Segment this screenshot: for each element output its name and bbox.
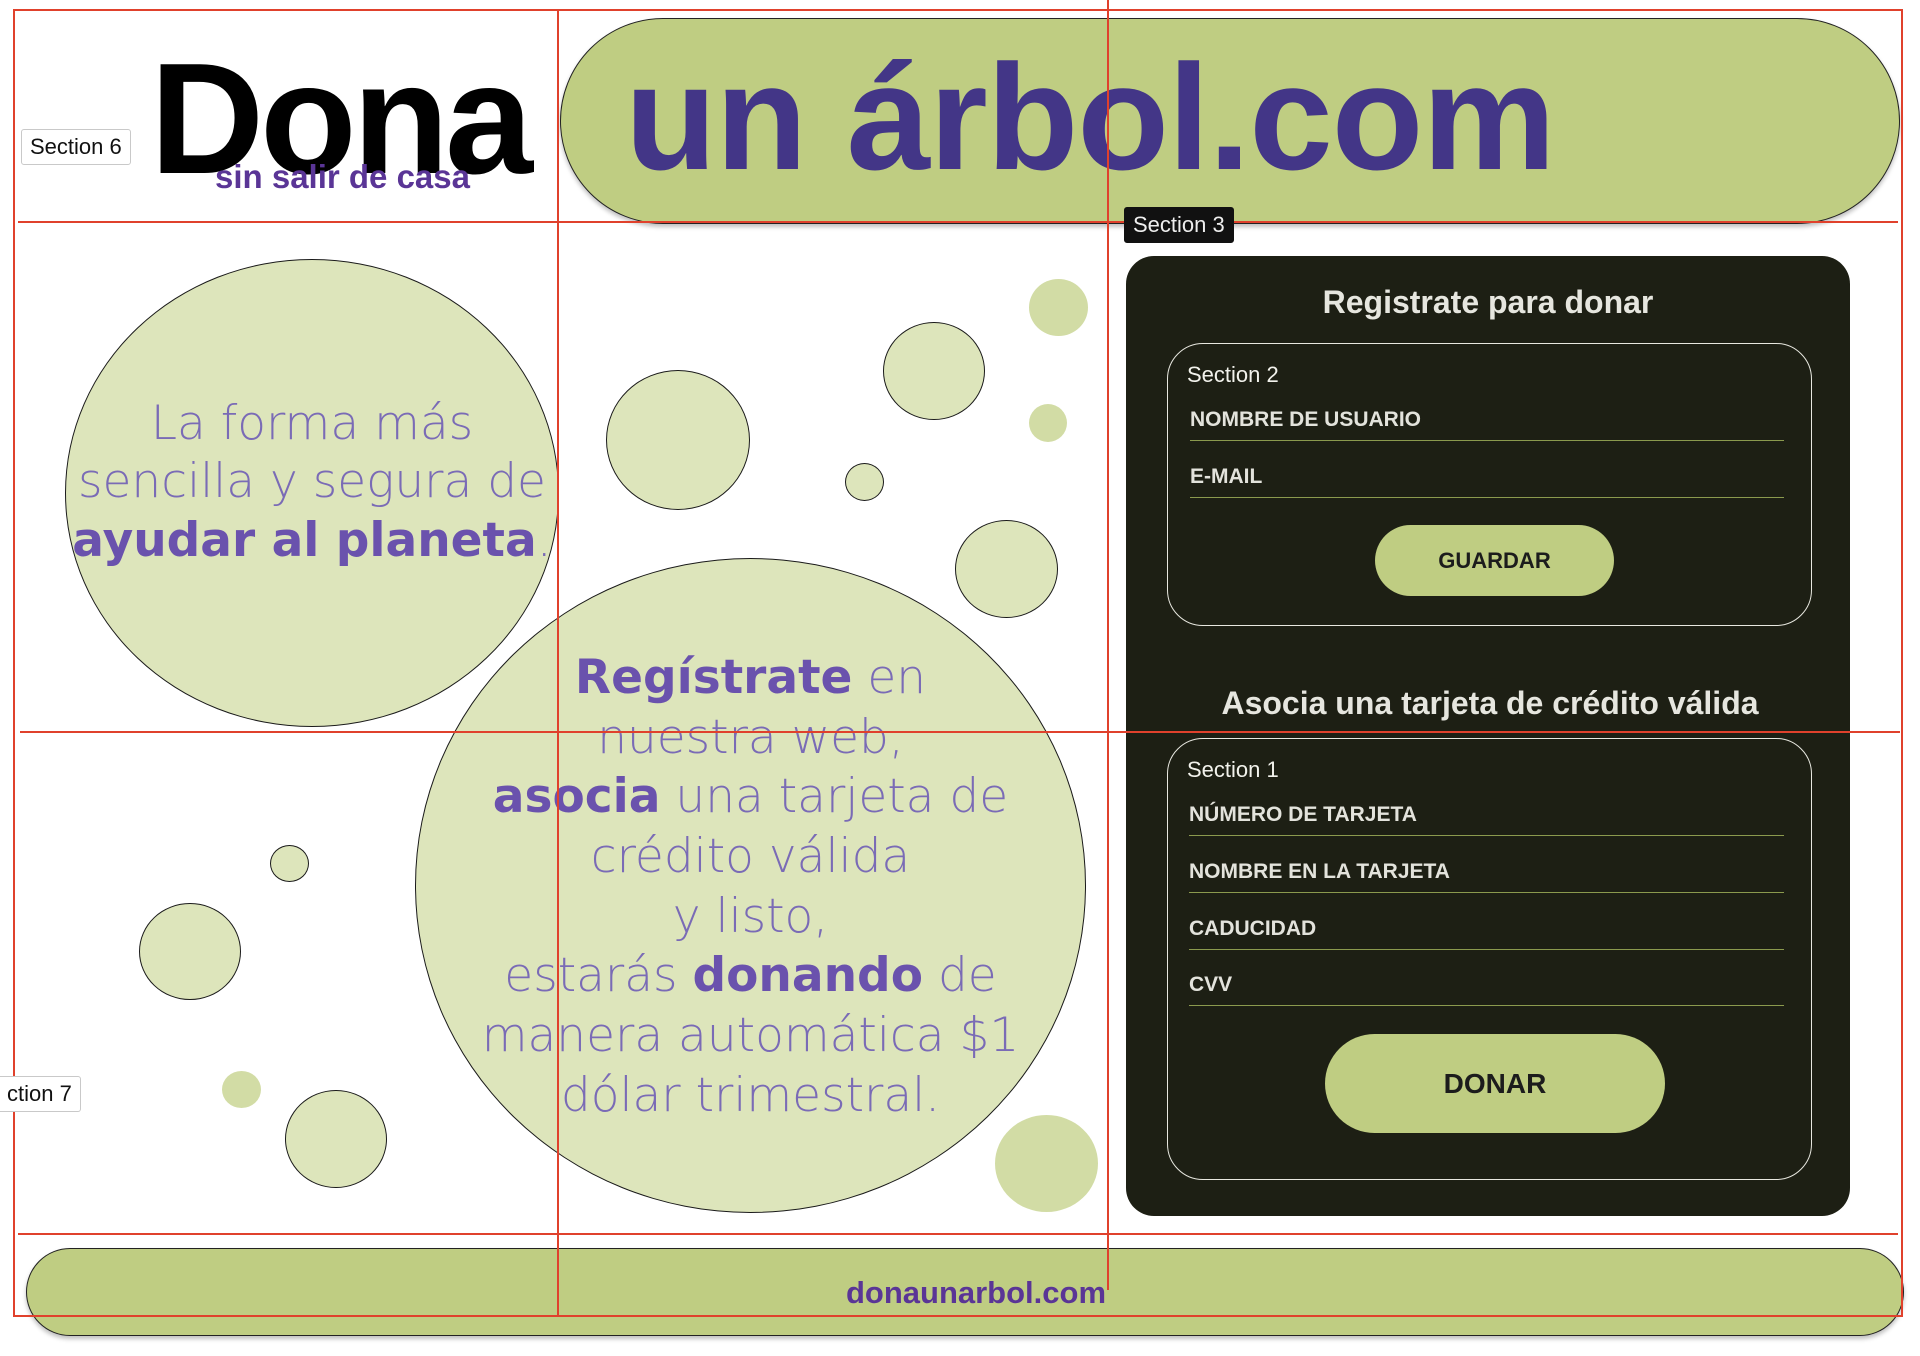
grid-line-horizontal xyxy=(18,1233,1898,1235)
grid-line-vertical xyxy=(1107,0,1109,1290)
section-label[interactable]: Section 3 xyxy=(1124,207,1234,243)
grid-frame xyxy=(13,9,1903,1317)
section-label[interactable]: Section 6 xyxy=(21,129,131,165)
section-label[interactable]: ction 7 xyxy=(0,1076,81,1112)
grid-line-vertical xyxy=(557,9,559,1315)
grid-line-horizontal xyxy=(20,731,1900,733)
grid-line-horizontal xyxy=(18,221,1898,223)
